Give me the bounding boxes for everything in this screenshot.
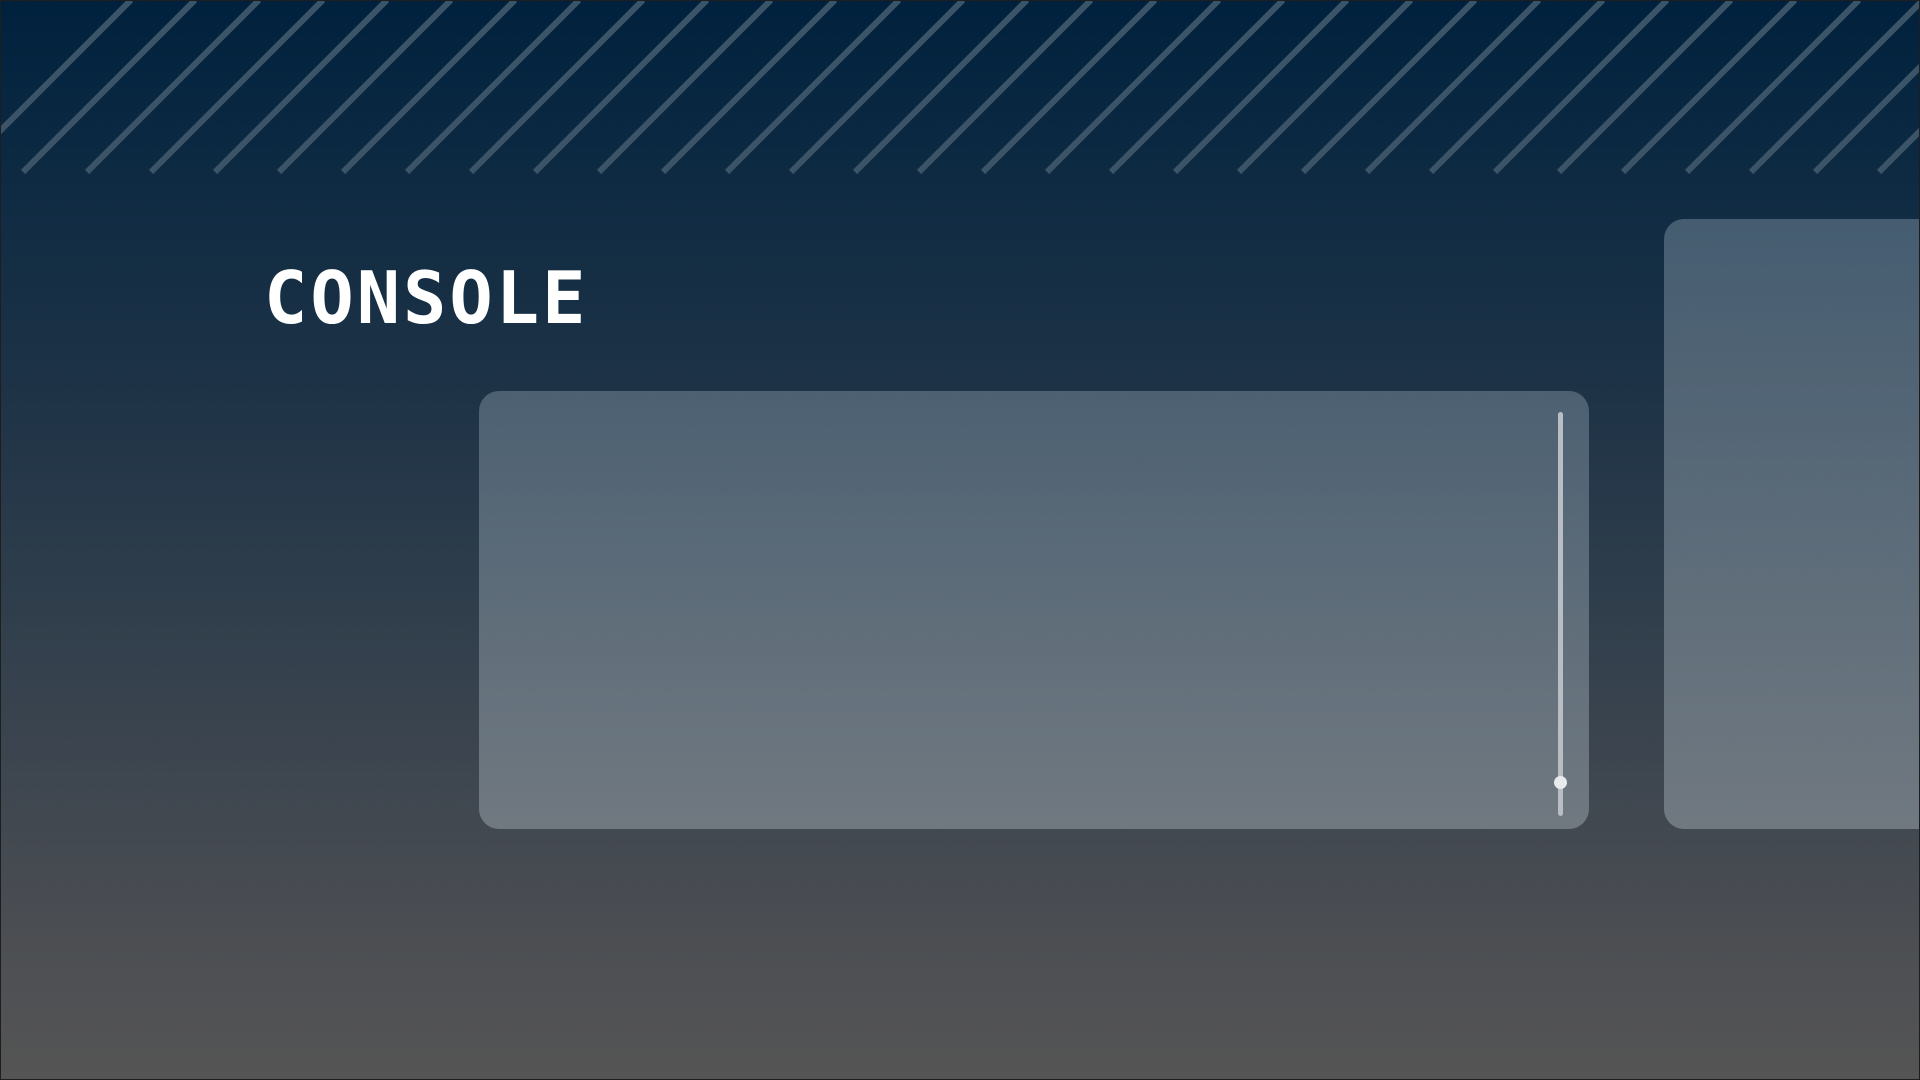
console-output-panel[interactable] xyxy=(479,391,1589,829)
page-title: CONSOLE xyxy=(264,256,589,340)
header-stripes-decoration xyxy=(0,0,1920,175)
console-scrollbar[interactable] xyxy=(1554,412,1567,816)
console-scrollbar-thumb[interactable] xyxy=(1554,776,1567,789)
side-panel[interactable] xyxy=(1664,219,1920,829)
